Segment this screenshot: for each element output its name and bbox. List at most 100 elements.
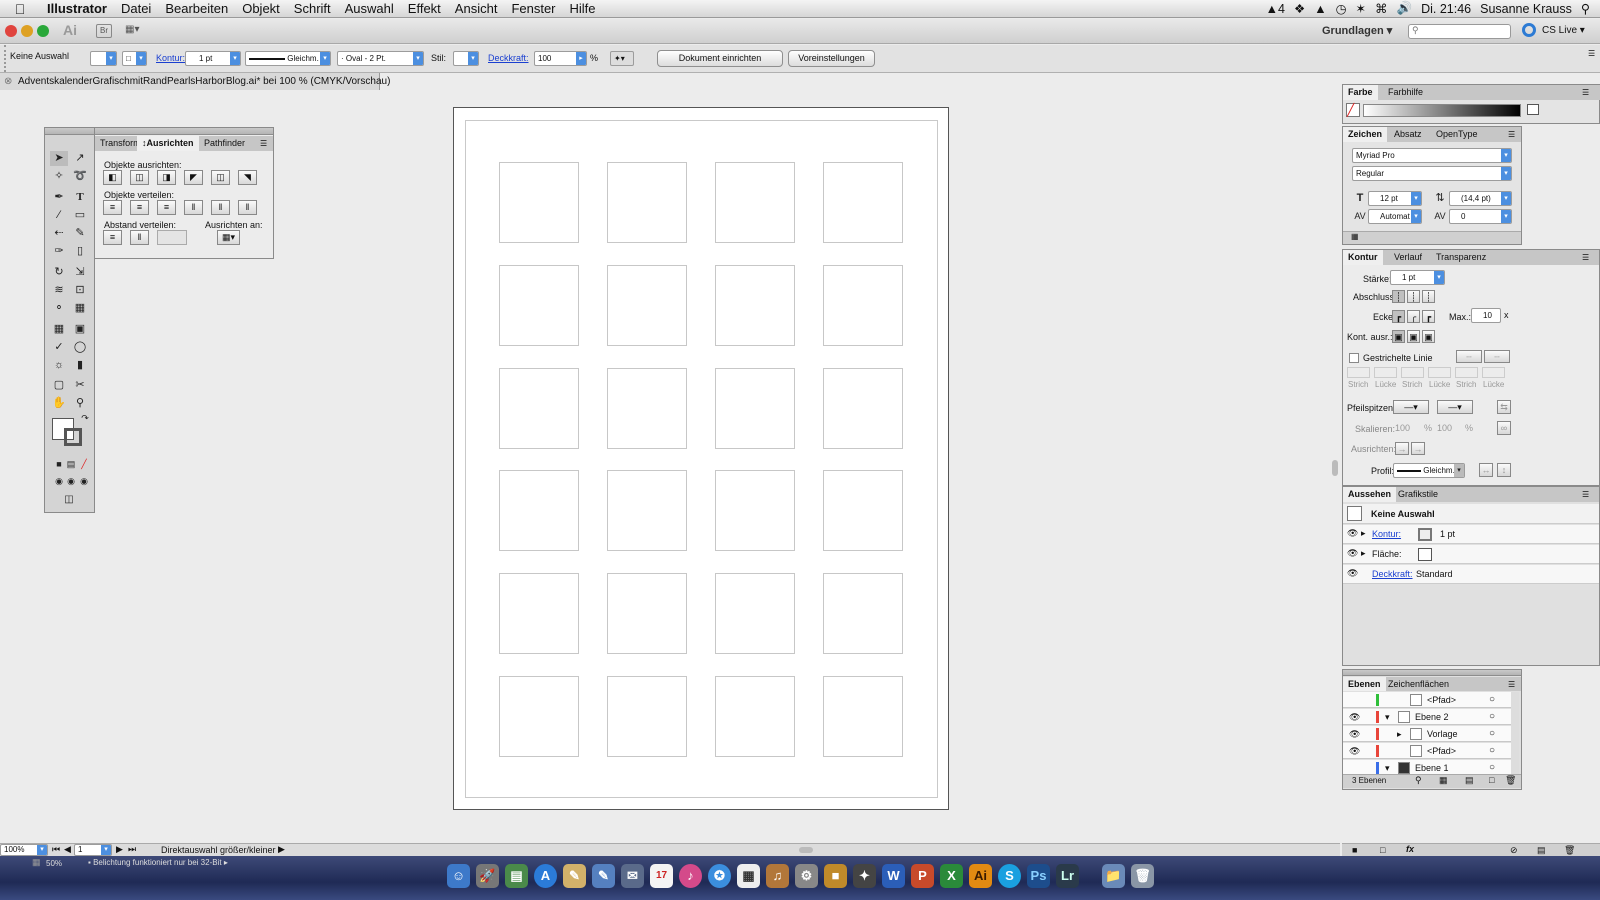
layer-row[interactable]: 👁 ▸ Vorlage ○ — [1343, 726, 1511, 742]
bluetooth-icon[interactable]: ✶ — [1356, 1, 1366, 16]
photoshop-icon[interactable]: Ps — [1027, 864, 1050, 888]
butt-cap-icon[interactable]: ┊ — [1392, 290, 1405, 303]
projecting-cap-icon[interactable]: ┊ — [1422, 290, 1435, 303]
clipping-mask-icon[interactable]: ▦ — [1439, 775, 1448, 786]
new-sublayer-icon[interactable]: ▤ — [1465, 775, 1474, 786]
menu-fenster[interactable]: Fenster — [504, 1, 562, 16]
arrow-tip-at-end-icon[interactable]: → — [1411, 442, 1425, 455]
align-vcenter-icon[interactable]: ◫ — [211, 170, 230, 185]
appstore-icon[interactable]: A — [534, 864, 557, 888]
safari-icon[interactable]: ✪ — [708, 864, 731, 888]
menu-bearbeiten[interactable]: Bearbeiten — [158, 1, 235, 16]
apple-icon[interactable]:  — [0, 1, 40, 17]
calendar-cell[interactable] — [715, 265, 795, 346]
stroke-link[interactable]: Kontur: — [156, 53, 185, 63]
menu-datei[interactable]: Datei — [114, 1, 158, 16]
align-hcenter-icon[interactable]: ◫ — [130, 170, 149, 185]
notes-icon[interactable]: ✎ — [563, 864, 586, 888]
dashed-line-checkbox[interactable] — [1349, 353, 1359, 363]
arrow-scale-end[interactable]: 100 — [1437, 423, 1452, 433]
layer-row[interactable]: 👁 <Pfad> ○ — [1343, 743, 1511, 759]
launchpad-icon[interactable]: 🚀 — [476, 864, 499, 888]
layer-row[interactable]: 👁 ▾ Ebene 2 ○ — [1343, 709, 1511, 725]
lasso-tool-icon[interactable]: ➰ — [71, 169, 89, 184]
menu-app-name[interactable]: Illustrator — [40, 1, 114, 16]
type-tool-icon[interactable]: T — [71, 190, 89, 205]
calendar-cell[interactable] — [499, 265, 579, 346]
tab-paragraph[interactable]: Absatz — [1389, 127, 1427, 142]
delete-layer-icon[interactable]: 🗑 — [1505, 775, 1516, 786]
clear-appearance-icon[interactable]: ⊘ — [1510, 845, 1518, 856]
menu-objekt[interactable]: Objekt — [235, 1, 287, 16]
panel-menu-icon[interactable]: ☰ — [1577, 250, 1594, 265]
expand-triangle-icon[interactable]: ▸ — [1361, 528, 1366, 539]
artboard-number-field[interactable]: 1 ▾ — [74, 844, 112, 856]
panel-menu-icon[interactable]: ☰ — [255, 136, 272, 151]
font-size-field[interactable]: 12 pt ▾ — [1368, 191, 1422, 206]
calendar-cell[interactable] — [823, 470, 903, 551]
eye-icon[interactable]: 👁 — [1347, 548, 1358, 559]
line-tool-icon[interactable]: ∕ — [50, 208, 68, 223]
photos-icon[interactable]: ■ — [824, 864, 847, 888]
layer-row[interactable]: <Pfad> ○ — [1343, 692, 1511, 708]
preview-icon[interactable]: ▤ — [505, 864, 528, 888]
appearance-stroke-link[interactable]: Kontur: — [1372, 529, 1401, 539]
spotlight-icon[interactable]: ⚲ — [1581, 1, 1590, 16]
prev-artboard-icon[interactable]: ◀ — [64, 844, 71, 855]
eraser-tool-icon[interactable]: ▯ — [71, 244, 89, 259]
tools-panel-titlebar[interactable] — [45, 128, 94, 135]
calendar-cell[interactable] — [499, 368, 579, 449]
target-circle-icon[interactable]: ○ — [1489, 743, 1495, 759]
menu-effekt[interactable]: Effekt — [401, 1, 448, 16]
swap-arrows-icon[interactable]: ⇆ — [1497, 400, 1511, 414]
zoom-window-icon[interactable] — [37, 25, 49, 37]
menu-clock[interactable]: Di. 21:46 — [1421, 2, 1471, 16]
pages-icon[interactable]: ✎ — [592, 864, 615, 888]
dropbox-icon[interactable]: ❖ — [1294, 1, 1305, 16]
stroke-color-dropdown[interactable]: □ ▾ — [122, 51, 147, 66]
menu-auswahl[interactable]: Auswahl — [338, 1, 401, 16]
distribute-hcenter-icon[interactable]: ‖ — [211, 200, 230, 215]
graphic-style-dropdown[interactable]: ▾ — [453, 51, 479, 66]
calendar-cell[interactable] — [715, 676, 795, 757]
appearance-fill-row[interactable]: 👁 ▸ Fläche: — [1343, 545, 1599, 564]
calendar-cell[interactable] — [715, 470, 795, 551]
selection-tool-icon[interactable]: ➤ — [50, 151, 68, 166]
arrow-start-dropdown[interactable]: —▾ — [1393, 400, 1429, 414]
slice-tool-icon[interactable]: ✂ — [71, 378, 89, 393]
volume-icon[interactable]: 🔊 — [1397, 1, 1413, 16]
tab-pathfinder[interactable]: Pathfinder — [199, 136, 250, 151]
calendar-cell[interactable] — [607, 162, 687, 243]
scroll-thumb[interactable] — [799, 847, 813, 853]
brush-dropdown[interactable]: · Oval - 2 Pt. ▾ — [337, 51, 424, 66]
tab-color[interactable]: Farbe — [1343, 85, 1378, 100]
calendar-cell[interactable] — [715, 162, 795, 243]
locate-object-icon[interactable]: ⚲ — [1415, 775, 1422, 786]
last-artboard-icon[interactable]: ⏭ — [128, 844, 136, 855]
grip-handle[interactable] — [4, 45, 9, 72]
add-effect-icon[interactable]: fx — [1406, 844, 1414, 854]
align-top-icon[interactable]: ◤ — [184, 170, 203, 185]
arrow-end-dropdown[interactable]: —▾ — [1437, 400, 1473, 414]
dash-preserve-icon[interactable]: ┄ — [1456, 350, 1482, 363]
new-layer-icon[interactable]: □ — [1489, 775, 1494, 785]
gap-field-3[interactable] — [1482, 367, 1505, 378]
appearance-opacity-link[interactable]: Deckkraft: — [1372, 569, 1413, 579]
graph-tool-icon[interactable]: ▮ — [71, 358, 89, 373]
distribute-vcenter-icon[interactable]: ≡ — [130, 200, 149, 215]
menu-hilfe[interactable]: Hilfe — [563, 1, 603, 16]
layers-panel-titlebar[interactable] — [1343, 670, 1521, 676]
align-panel-titlebar[interactable] — [95, 128, 273, 135]
distribute-bottom-icon[interactable]: ≡ — [157, 200, 176, 215]
scale-tool-icon[interactable]: ⇲ — [71, 265, 89, 280]
calendar-cell[interactable] — [715, 573, 795, 654]
calendar-cell[interactable] — [499, 676, 579, 757]
menu-schrift[interactable]: Schrift — [287, 1, 338, 16]
grid-icon[interactable]: ▦ — [737, 864, 760, 888]
add-new-stroke-icon[interactable]: ■ — [1352, 845, 1357, 855]
distribute-left-icon[interactable]: ‖ — [184, 200, 203, 215]
word-icon[interactable]: W — [882, 864, 905, 888]
none-swatch-icon[interactable]: ╱ — [1346, 103, 1360, 117]
tab-transparency[interactable]: Transparenz — [1431, 250, 1491, 265]
trash-icon[interactable]: 🗑 — [1131, 864, 1154, 888]
